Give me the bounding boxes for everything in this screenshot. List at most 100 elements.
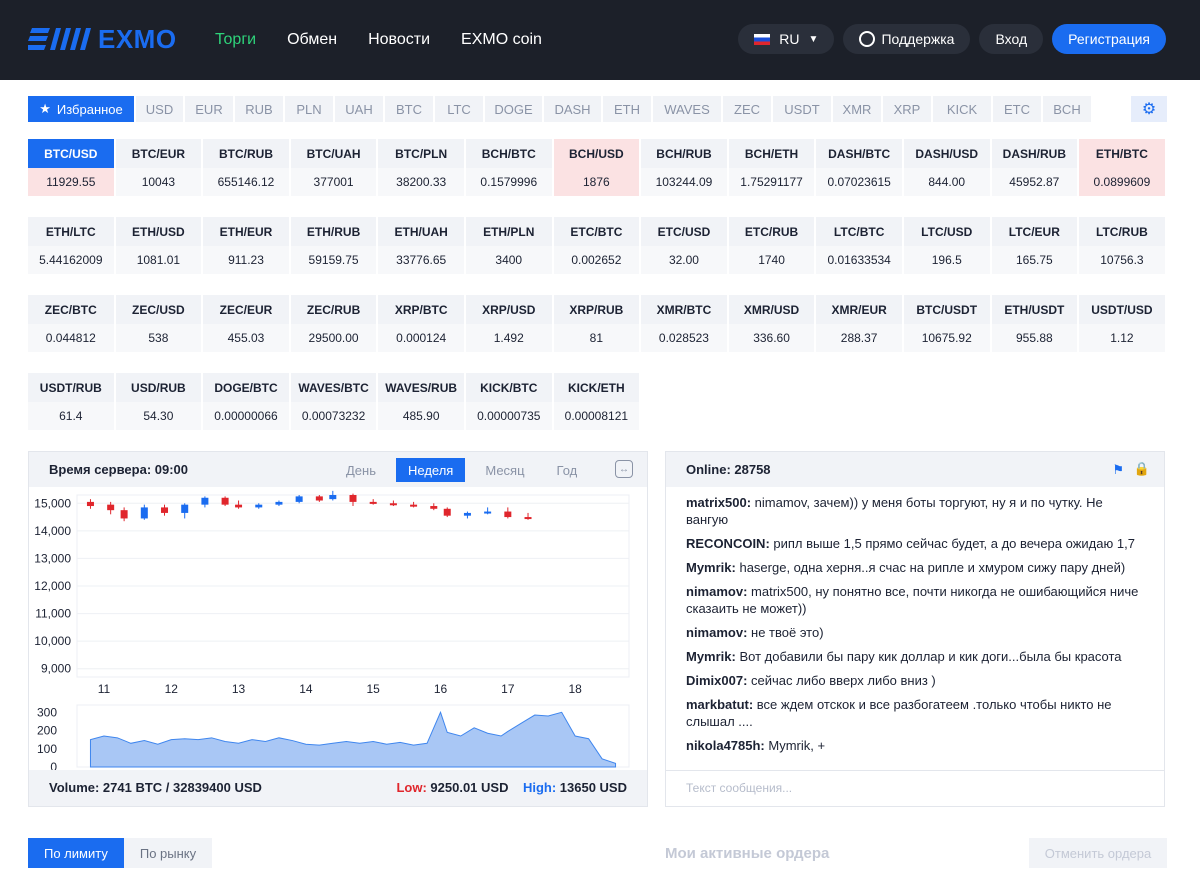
tab-currency[interactable]: LTC (435, 96, 483, 122)
pair-cell[interactable]: KICK/ETH 0.00008121 (553, 373, 640, 430)
chat-username[interactable]: RECONCOIN: (686, 536, 770, 551)
pair-cell[interactable]: BTC/USDT 10675.92 (903, 295, 990, 352)
pair-cell[interactable]: WAVES/RUB 485.90 (378, 373, 464, 430)
pair-cell[interactable]: BCH/ETH 1.75291177 (728, 139, 815, 196)
pair-cell[interactable]: LTC/BTC 0.01633534 (816, 217, 902, 274)
nav-exmo-coin[interactable]: EXMO coin (461, 31, 542, 49)
language-select[interactable]: RU ▼ (738, 24, 835, 54)
pair-cell[interactable]: ETH/RUB 59159.75 (290, 217, 377, 274)
period-week[interactable]: Неделя (396, 458, 466, 482)
register-button[interactable]: Регистрация (1052, 24, 1166, 54)
tab-currency[interactable]: XRP (883, 96, 931, 122)
pair-cell[interactable]: ETH/LTC 5.44162009 (28, 217, 114, 274)
pair-cell[interactable]: USDT/USD 1.12 (1079, 295, 1165, 352)
pair-cell[interactable]: BTC/UAH 377001 (290, 139, 377, 196)
pair-cell[interactable]: BTC/USD 11929.55 (28, 139, 114, 196)
pair-cell[interactable]: ETH/BTC 0.0899609 (1079, 139, 1165, 196)
pair-cell[interactable]: ETH/EUR 911.23 (203, 217, 289, 274)
pair-cell[interactable]: XMR/USD 336.60 (728, 295, 815, 352)
tab-currency[interactable]: USDT (773, 96, 831, 122)
tab-currency[interactable]: RUB (235, 96, 283, 122)
settings-gear-icon[interactable]: ⚙ (1131, 96, 1167, 122)
tab-currency[interactable]: DASH (544, 96, 601, 122)
chat-messages[interactable]: matrix500: nimamov, зачем)) у меня боты … (666, 487, 1164, 771)
candle-body (329, 495, 337, 500)
pair-cell[interactable]: BTC/EUR 10043 (115, 139, 202, 196)
pair-cell[interactable]: USDT/RUB 61.4 (28, 373, 114, 430)
period-year[interactable]: Год (545, 458, 590, 482)
exmo-logo[interactable]: EXMO (28, 24, 177, 54)
tab-currency[interactable]: BTC (385, 96, 433, 122)
chat-message-input[interactable]: Текст сообщения... (666, 770, 1164, 806)
tab-currency[interactable]: XMR (833, 96, 881, 122)
cancel-orders-button[interactable]: Отменить ордера (1029, 838, 1167, 868)
pair-cell[interactable]: DASH/USD 844.00 (903, 139, 990, 196)
bell-icon[interactable]: ⚑ (1112, 462, 1124, 478)
nav-trade[interactable]: Торги (215, 31, 256, 49)
pair-cell[interactable]: BCH/USD 1876 (553, 139, 640, 196)
tab-currency[interactable]: KICK (933, 96, 991, 122)
tab-currency[interactable]: ETC (993, 96, 1041, 122)
pair-cell[interactable]: LTC/EUR 165.75 (991, 217, 1078, 274)
volume-text: Volume: 2741 BTC / 32839400 USD (49, 780, 262, 795)
pair-cell[interactable]: KICK/BTC 0.00000735 (465, 373, 552, 430)
chat-username[interactable]: Dimix007: (686, 673, 747, 688)
pair-cell[interactable]: ZEC/BTC 0.044812 (28, 295, 114, 352)
pair-cell[interactable]: XRP/RUB 81 (553, 295, 640, 352)
pair-cell[interactable]: ETH/UAH 33776.65 (378, 217, 464, 274)
lock-icon[interactable]: 🔒 (1134, 461, 1150, 477)
pair-cell[interactable]: DASH/BTC 0.07023615 (816, 139, 902, 196)
pair-cell[interactable]: ETC/BTC 0.002652 (553, 217, 640, 274)
tab-limit-order[interactable]: По лимиту (28, 838, 124, 868)
nav-exchange[interactable]: Обмен (287, 31, 337, 49)
tab-currency[interactable]: EUR (185, 96, 233, 122)
tab-currency[interactable]: UAH (335, 96, 383, 122)
pair-cell[interactable]: BCH/BTC 0.1579996 (465, 139, 552, 196)
price-chart[interactable]: 15,000 14,000 13,000 12,000 11,000 10,000 9,00… (29, 487, 647, 774)
pair-price: 844.00 (903, 168, 990, 196)
expand-icon[interactable]: ↔ (615, 460, 633, 478)
pair-cell[interactable]: LTC/RUB 10756.3 (1079, 217, 1165, 274)
tab-currency[interactable]: USD (136, 96, 183, 122)
chat-username[interactable]: nimamov: (686, 584, 747, 599)
tab-market-order[interactable]: По рынку (123, 838, 213, 868)
pair-cell[interactable]: ZEC/EUR 455.03 (203, 295, 289, 352)
tab-currency[interactable]: BCH (1043, 96, 1091, 122)
login-button[interactable]: Вход (979, 24, 1044, 54)
chat-username[interactable]: Mymrik: (686, 560, 736, 575)
nav-news[interactable]: Новости (368, 31, 430, 49)
chat-username[interactable]: nikola4785h: (686, 738, 765, 753)
chat-username[interactable]: markbatut: (686, 697, 753, 712)
pair-cell[interactable]: DOGE/BTC 0.00000066 (203, 373, 289, 430)
support-button[interactable]: Поддержка (843, 24, 971, 54)
pair-cell[interactable]: DASH/RUB 45952.87 (991, 139, 1078, 196)
chat-username[interactable]: Mymrik: (686, 649, 736, 664)
pair-cell[interactable]: ETC/RUB 1740 (728, 217, 815, 274)
pair-cell[interactable]: USD/RUB 54.30 (115, 373, 202, 430)
pair-cell[interactable]: XMR/EUR 288.37 (816, 295, 902, 352)
pair-cell[interactable]: ETH/USDT 955.88 (991, 295, 1078, 352)
tab-currency[interactable]: ETH (603, 96, 651, 122)
pair-cell[interactable]: XRP/USD 1.492 (465, 295, 552, 352)
pair-cell[interactable]: ZEC/USD 538 (115, 295, 202, 352)
tab-favorites[interactable]: ★ Избранное (28, 96, 134, 122)
chat-username[interactable]: nimamov: (686, 625, 747, 640)
pair-cell[interactable]: XRP/BTC 0.000124 (378, 295, 464, 352)
pair-cell[interactable]: ETC/USD 32.00 (641, 217, 727, 274)
pair-cell[interactable]: ETH/PLN 3400 (465, 217, 552, 274)
pair-cell[interactable]: LTC/USD 196.5 (903, 217, 990, 274)
pair-cell[interactable]: BTC/PLN 38200.33 (378, 139, 464, 196)
chat-username[interactable]: matrix500: (686, 495, 751, 510)
tab-currency[interactable]: DOGE (485, 96, 542, 122)
pair-cell[interactable]: WAVES/BTC 0.00073232 (290, 373, 377, 430)
pair-cell[interactable]: ZEC/RUB 29500.00 (290, 295, 377, 352)
pair-cell[interactable]: BTC/RUB 655146.12 (203, 139, 289, 196)
pair-cell[interactable]: XMR/BTC 0.028523 (641, 295, 727, 352)
period-day[interactable]: День (334, 458, 388, 482)
pair-cell[interactable]: ETH/USD 1081.01 (115, 217, 202, 274)
tab-currency[interactable]: WAVES (653, 96, 721, 122)
tab-currency[interactable]: ZEC (723, 96, 771, 122)
tab-currency[interactable]: PLN (285, 96, 333, 122)
period-month[interactable]: Месяц (473, 458, 536, 482)
pair-cell[interactable]: BCH/RUB 103244.09 (641, 139, 727, 196)
